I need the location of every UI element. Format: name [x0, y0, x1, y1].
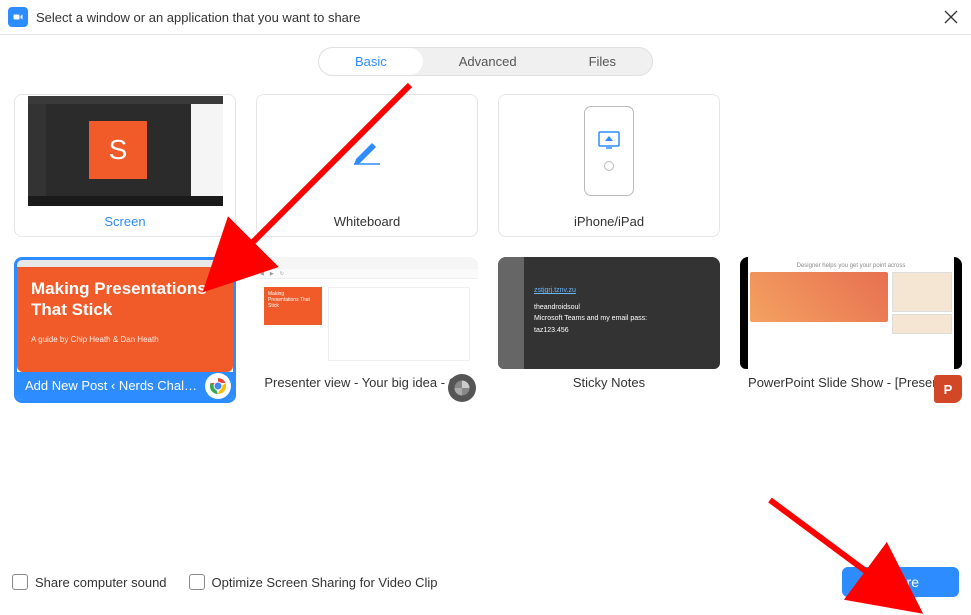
tile-label: iPhone/iPad: [499, 207, 719, 236]
dialog-title: Select a window or an application that y…: [36, 10, 939, 25]
checkbox-label: Share computer sound: [35, 575, 167, 590]
dialog-header: Select a window or an application that y…: [0, 0, 971, 35]
slide-subtitle: A guide by Chip Heath & Dan Heath: [31, 335, 219, 344]
phone-icon: [499, 95, 719, 207]
tile-label: Sticky Notes: [498, 369, 720, 397]
share-button[interactable]: Share: [842, 567, 959, 597]
share-option-window-powerpoint[interactable]: Designer helps you get your point across…: [740, 257, 962, 403]
chrome-icon: [205, 373, 231, 399]
dialog-footer: Share computer sound Optimize Screen Sha…: [0, 557, 971, 607]
tab-basic[interactable]: Basic: [319, 48, 423, 75]
tile-label: Whiteboard: [257, 207, 477, 236]
tab-advanced[interactable]: Advanced: [423, 48, 553, 75]
generic-app-icon: [448, 374, 476, 402]
slide-title: Making Presentations That Stick: [31, 278, 219, 321]
close-icon[interactable]: [939, 5, 963, 29]
checkbox-icon: [12, 574, 28, 590]
share-option-screen[interactable]: S Screen: [14, 94, 236, 237]
checkbox-label: Optimize Screen Sharing for Video Clip: [212, 575, 438, 590]
powerpoint-icon: P: [934, 375, 962, 403]
screen-preview: S: [15, 95, 235, 207]
share-option-window-chrome[interactable]: Making Presentations That Stick A guide …: [14, 257, 236, 403]
checkbox-share-sound[interactable]: Share computer sound: [12, 574, 167, 590]
share-option-window-sticky[interactable]: zstjgrj.tznv.zu theandroidsoul Microsoft…: [498, 257, 720, 403]
zoom-icon: [8, 7, 28, 27]
whiteboard-icon: [257, 95, 477, 207]
share-option-iphone-ipad[interactable]: iPhone/iPad: [498, 94, 720, 237]
tab-files[interactable]: Files: [553, 48, 652, 75]
checkbox-icon: [189, 574, 205, 590]
share-option-whiteboard[interactable]: Whiteboard: [256, 94, 478, 237]
checkbox-optimize-video[interactable]: Optimize Screen Sharing for Video Clip: [189, 574, 438, 590]
tile-label: Screen: [15, 207, 235, 236]
tile-label: Presenter view - Your big idea - G...: [256, 369, 478, 397]
share-option-window-presenter[interactable]: ◀▶↻ MakingPresentations ThatStick Presen…: [256, 257, 478, 403]
tile-label: PowerPoint Slide Show - [Present...: [740, 369, 962, 397]
tile-label: Add New Post ‹ Nerds Chalk — ...: [17, 372, 233, 400]
tabs-container: Basic Advanced Files: [0, 47, 971, 76]
